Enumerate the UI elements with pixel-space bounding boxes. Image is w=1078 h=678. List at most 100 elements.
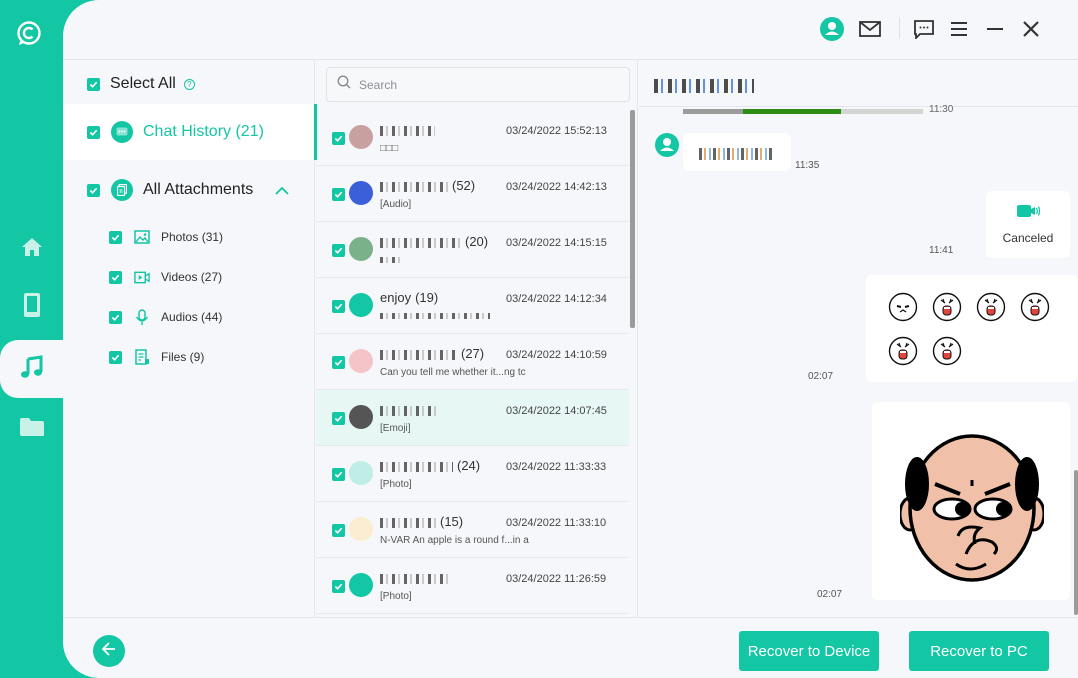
select-all-row[interactable]: Select All ? bbox=[63, 68, 315, 100]
bottom-bar: Recover to Device Recover to PC bbox=[63, 617, 1078, 678]
masked-chat-name bbox=[380, 461, 453, 472]
videos-label: Videos (27) bbox=[161, 270, 223, 284]
rail-home[interactable] bbox=[0, 220, 63, 278]
category-all-attachments[interactable]: All Attachments bbox=[63, 164, 315, 216]
chevron-up-icon[interactable] bbox=[275, 182, 289, 200]
nav-rail bbox=[0, 0, 63, 678]
masked-chat-name bbox=[380, 125, 435, 136]
all-attachments-label: All Attachments bbox=[143, 181, 254, 198]
message-count: (15) bbox=[440, 514, 464, 529]
chat-timestamp: 03/24/2022 14:15:15 bbox=[506, 237, 607, 249]
device-icon bbox=[23, 292, 41, 323]
help-icon[interactable]: ? bbox=[183, 78, 195, 90]
chat-history-checkbox[interactable] bbox=[87, 125, 100, 139]
chat-avatar bbox=[349, 237, 373, 261]
chat-list-item[interactable]: (24) 03/24/2022 11:33:33 [Photo] bbox=[316, 446, 629, 502]
account-icon[interactable] bbox=[819, 16, 845, 42]
message-count: (24) bbox=[457, 458, 481, 473]
masked-chat-name bbox=[380, 405, 440, 416]
rail-folder[interactable] bbox=[0, 400, 63, 458]
chat-preview: N-VAR An apple is a round f...in a bbox=[380, 535, 529, 546]
chat-preview: [Photo] bbox=[380, 479, 412, 490]
message-bubble-text bbox=[683, 133, 791, 171]
menu-icon[interactable] bbox=[946, 16, 972, 42]
chat-list-item[interactable]: (15) 03/24/2022 11:33:10 N-VAR An apple is… bbox=[316, 502, 629, 558]
message-time: 02:07 bbox=[817, 589, 843, 600]
search-box[interactable] bbox=[326, 67, 630, 102]
music-icon bbox=[20, 354, 44, 384]
chat-avatar bbox=[349, 293, 373, 317]
videos-checkbox[interactable] bbox=[109, 270, 122, 284]
call-status-label: Canceled bbox=[1002, 231, 1054, 245]
chat-list-item[interactable]: 03/24/2022 14:07:45 [Emoji] bbox=[316, 390, 629, 446]
chat-avatar bbox=[349, 349, 373, 373]
voice-message-progress[interactable] bbox=[683, 109, 923, 114]
minimize-icon[interactable] bbox=[982, 16, 1008, 42]
main-panel: Select All ? Chat History (21) All Attac… bbox=[63, 0, 1078, 678]
emoji-sticker bbox=[888, 292, 918, 322]
chat-timestamp: 03/24/2022 11:33:10 bbox=[506, 517, 607, 529]
masked-chat-name bbox=[380, 517, 436, 528]
message-bubble-sticker bbox=[872, 402, 1070, 600]
category-videos[interactable]: Videos (27) bbox=[63, 257, 315, 297]
category-photos[interactable]: Photos (31) bbox=[63, 217, 315, 257]
mail-icon[interactable] bbox=[857, 16, 883, 42]
select-all-label: Select All bbox=[110, 75, 176, 92]
chat-list-item[interactable]: enjoy (19) 03/24/2022 14:12:34 bbox=[316, 278, 629, 334]
photos-checkbox[interactable] bbox=[109, 230, 122, 244]
category-chat-history[interactable]: Chat History (21) bbox=[63, 104, 315, 160]
photos-label: Photos (31) bbox=[161, 230, 224, 244]
audios-label: Audios (44) bbox=[161, 310, 223, 324]
message-count: (20) bbox=[465, 234, 489, 249]
feedback-icon[interactable] bbox=[911, 16, 937, 42]
chat-list-item[interactable]: 03/24/2022 11:26:59 [Photo] bbox=[316, 558, 629, 614]
rail-music[interactable] bbox=[0, 340, 63, 398]
chat-checkbox[interactable] bbox=[332, 244, 345, 257]
audios-checkbox[interactable] bbox=[109, 310, 122, 324]
chat-checkbox[interactable] bbox=[332, 132, 345, 145]
files-checkbox[interactable] bbox=[109, 350, 122, 364]
angry-old-man-sticker bbox=[900, 434, 1044, 582]
conversation-title-masked bbox=[654, 79, 754, 93]
all-attachments-checkbox[interactable] bbox=[87, 183, 100, 197]
recovery-logo-icon bbox=[16, 20, 42, 46]
category-files[interactable]: Files (9) bbox=[63, 337, 315, 377]
chat-list-scrollbar[interactable] bbox=[630, 110, 635, 328]
recover-to-device-button[interactable]: Recover to Device bbox=[739, 631, 879, 671]
category-audios[interactable]: Audios (44) bbox=[63, 297, 315, 337]
message-time: 02:07 bbox=[808, 371, 834, 382]
rail-device[interactable] bbox=[0, 278, 63, 336]
chat-checkbox[interactable] bbox=[332, 412, 345, 425]
conversation-scrollbar[interactable] bbox=[1074, 470, 1078, 615]
chat-checkbox[interactable] bbox=[332, 580, 345, 593]
chat-list-item[interactable]: (20) 03/24/2022 14:15:15 bbox=[316, 222, 629, 278]
file-icon bbox=[134, 349, 150, 365]
chat-timestamp: 03/24/2022 11:26:59 bbox=[506, 573, 607, 585]
chat-checkbox[interactable] bbox=[332, 300, 345, 313]
chat-avatar bbox=[349, 517, 373, 541]
chat-list-item[interactable]: 03/24/2022 15:52:13 □□□ bbox=[316, 110, 629, 166]
chat-avatar bbox=[349, 125, 373, 149]
chat-bubble-icon bbox=[111, 121, 133, 143]
masked-chat-name bbox=[380, 237, 461, 248]
chat-checkbox[interactable] bbox=[332, 524, 345, 537]
recover-to-pc-button[interactable]: Recover to PC bbox=[909, 631, 1049, 671]
emoji-sticker bbox=[1020, 292, 1050, 322]
chat-checkbox[interactable] bbox=[332, 356, 345, 369]
chat-timestamp: 03/24/2022 11:33:33 bbox=[506, 461, 607, 473]
chat-checkbox[interactable] bbox=[332, 188, 345, 201]
chat-timestamp: 03/24/2022 14:10:59 bbox=[506, 349, 607, 361]
back-button[interactable] bbox=[93, 635, 125, 667]
chat-list-item[interactable]: (27) 03/24/2022 14:10:59 Can you tell me w… bbox=[316, 334, 629, 390]
emoji-sticker bbox=[888, 336, 918, 366]
chat-list-item[interactable]: (52) 03/24/2022 14:42:13 [Audio] bbox=[316, 166, 629, 222]
back-arrow-icon bbox=[101, 641, 116, 661]
message-count: (52) bbox=[452, 178, 476, 193]
voice-progress-segment bbox=[743, 109, 842, 114]
chat-checkbox[interactable] bbox=[332, 468, 345, 481]
chat-timestamp: 03/24/2022 15:52:13 bbox=[506, 125, 607, 137]
select-all-checkbox[interactable] bbox=[87, 77, 100, 91]
search-input[interactable] bbox=[359, 77, 609, 92]
close-icon[interactable] bbox=[1018, 16, 1044, 42]
chat-list: 03/24/2022 15:52:13 □□□ (52) 03/24/2022 14:… bbox=[316, 110, 629, 617]
